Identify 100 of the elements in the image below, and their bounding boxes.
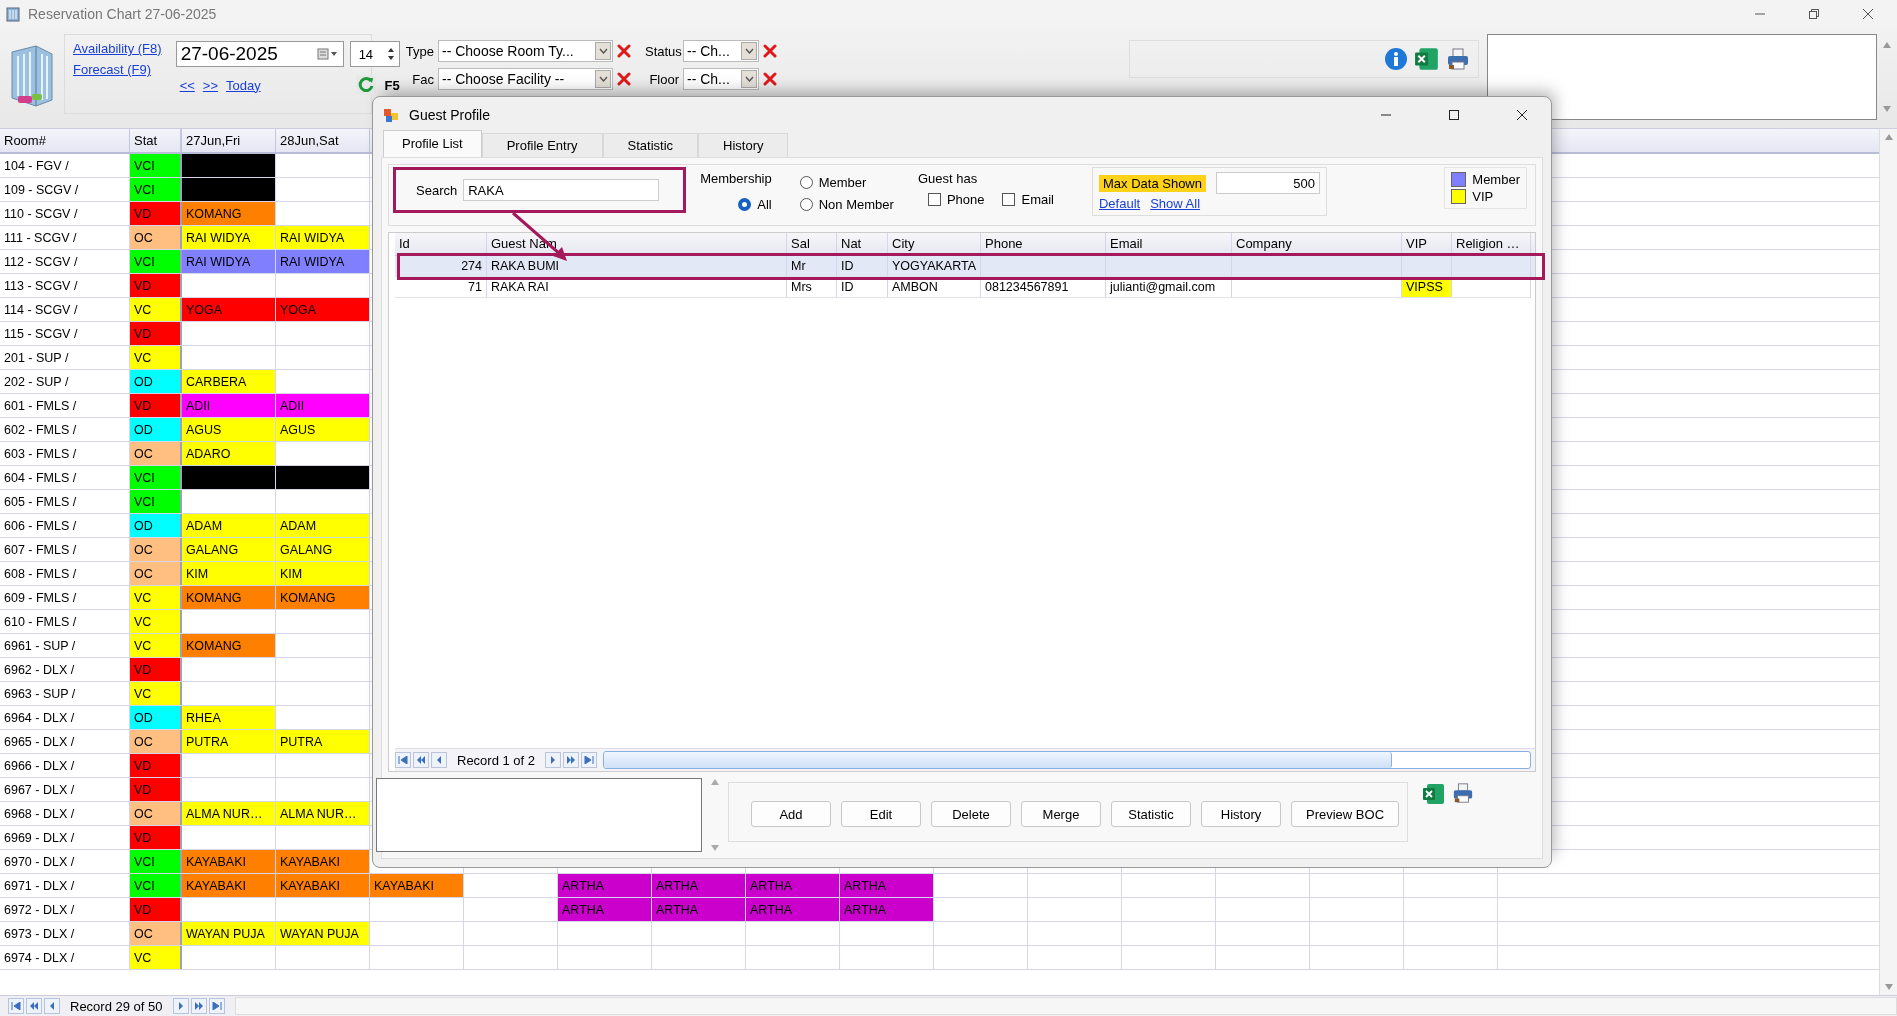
table-cell: AMBON bbox=[892, 280, 938, 294]
booking-cell[interactable]: KAYABAKI bbox=[370, 874, 464, 897]
booking-cell[interactable]: RHEA bbox=[182, 706, 276, 729]
column-header[interactable]: City bbox=[888, 233, 981, 255]
booking-cell[interactable]: KOMANG bbox=[182, 586, 276, 609]
booking-cell[interactable]: KOMANG bbox=[276, 586, 370, 609]
max-data-link[interactable]: Show All bbox=[1150, 196, 1201, 211]
status-cell: VC bbox=[130, 610, 182, 633]
filter-dropdown[interactable]: -- Ch... bbox=[683, 68, 759, 90]
status-cell: OC bbox=[130, 802, 182, 825]
max-data-link[interactable]: Default bbox=[1099, 196, 1141, 211]
tab[interactable]: Profile List bbox=[383, 130, 482, 157]
status-cell: VD bbox=[130, 898, 182, 921]
action-button[interactable]: Preview BOC bbox=[1291, 801, 1400, 827]
booking-cell[interactable]: ARTHA bbox=[840, 874, 934, 897]
max-data-field[interactable]: 500 bbox=[1216, 172, 1320, 194]
booking-cell[interactable]: RAI WIDYA bbox=[276, 226, 370, 249]
report-link[interactable]: Forecast (F9) bbox=[73, 62, 162, 77]
tab[interactable]: History bbox=[698, 133, 789, 157]
checkbox[interactable]: Email bbox=[1002, 192, 1054, 207]
date-nav-link[interactable]: Today bbox=[226, 77, 261, 93]
booking-cell[interactable]: KAYABAKI bbox=[182, 850, 276, 873]
action-button[interactable]: Delete bbox=[931, 801, 1011, 827]
booking-cell[interactable]: KOMANG bbox=[182, 634, 276, 657]
booking-cell[interactable]: KOMANG bbox=[182, 202, 276, 225]
filter-dropdown[interactable]: -- Ch... bbox=[683, 40, 759, 62]
booking-cell[interactable]: ARTHA bbox=[746, 898, 840, 921]
column-header[interactable]: Phone bbox=[981, 233, 1106, 255]
date-nav-link[interactable]: >> bbox=[202, 77, 218, 93]
filter-dropdown[interactable]: -- Choose Facility -- bbox=[438, 68, 613, 90]
booking-cell[interactable]: ADII bbox=[276, 394, 370, 417]
booking-cell[interactable]: YOGA bbox=[276, 298, 370, 321]
table-cell: YOGYAKARTA bbox=[892, 259, 977, 273]
booking-cell[interactable]: RAI WIDYA bbox=[276, 250, 370, 273]
membership-radio[interactable]: Non Member bbox=[799, 193, 894, 215]
booking-cell[interactable]: YOGA bbox=[182, 298, 276, 321]
guest-row[interactable]: 274 RAKA BUMI Mr ID YOGYAKARTA bbox=[395, 256, 1535, 277]
tab[interactable]: Profile Entry bbox=[481, 133, 603, 157]
booking-cell[interactable]: KIM bbox=[182, 562, 276, 585]
filter-dropdown[interactable]: -- Choose Room Ty... bbox=[438, 40, 613, 62]
booking-cell[interactable]: AGUS bbox=[182, 418, 276, 441]
column-header[interactable]: Email bbox=[1106, 233, 1232, 255]
column-header[interactable]: Sal bbox=[787, 233, 837, 255]
status-cell: OD bbox=[130, 418, 182, 441]
booking-cell[interactable]: WAYAN PUJA bbox=[276, 922, 370, 945]
booking-cell[interactable]: KIM bbox=[276, 562, 370, 585]
column-header[interactable]: Id bbox=[395, 233, 487, 255]
booking-cell[interactable]: CARBERA bbox=[182, 370, 276, 393]
booking-cell[interactable]: AGUS bbox=[276, 418, 370, 441]
booking-cell[interactable]: KAYABAKI bbox=[182, 874, 276, 897]
booking-cell[interactable]: ADII bbox=[182, 394, 276, 417]
booking-cell[interactable]: ADAM bbox=[276, 514, 370, 537]
table-cell: 081234567891 bbox=[985, 280, 1069, 294]
table-cell: 71 bbox=[468, 280, 482, 294]
booking-cell[interactable]: PUTRA bbox=[182, 730, 276, 753]
booking-cell[interactable]: ARTHA bbox=[840, 898, 934, 921]
report-link[interactable]: Availability (F8) bbox=[73, 41, 162, 56]
booking-cell[interactable]: KAYABAKI bbox=[276, 850, 370, 873]
booking-cell[interactable]: WAYAN PUJA bbox=[182, 922, 276, 945]
booking-cell[interactable]: ADAM bbox=[182, 514, 276, 537]
guest-row[interactable]: 71 RAKA RAI Mrs ID AMBON 081234567891 julianti@gmail.com VIPSS bbox=[395, 277, 1535, 298]
membership-label: Membership bbox=[700, 171, 772, 188]
booking-cell[interactable]: ARTHA bbox=[558, 874, 652, 897]
booking-cell[interactable]: RAI WIDYA bbox=[182, 226, 276, 249]
membership-radio[interactable]: All bbox=[738, 193, 772, 215]
booking-cell[interactable]: KAYABAKI bbox=[276, 874, 370, 897]
status-cell: VC bbox=[130, 634, 182, 657]
days-spinner[interactable]: 14 bbox=[349, 41, 400, 67]
checkbox[interactable]: Phone bbox=[927, 192, 985, 207]
booking-cell[interactable]: ARTHA bbox=[558, 898, 652, 921]
column-header[interactable]: Religion … bbox=[1452, 233, 1531, 255]
booking-cell[interactable]: ALMA NUR… bbox=[182, 802, 276, 825]
booking-cell[interactable]: ARTHA bbox=[652, 898, 746, 921]
booking-cell[interactable]: PUTRA bbox=[276, 730, 370, 753]
tab[interactable]: Statistic bbox=[602, 133, 699, 157]
date-header[interactable]: 27Jun,Fri bbox=[182, 129, 276, 152]
action-button[interactable]: Edit bbox=[841, 801, 921, 827]
booking-cell[interactable]: ADARO bbox=[182, 442, 276, 465]
booking-cell[interactable]: ARTHA bbox=[746, 874, 840, 897]
status-cell: VD bbox=[130, 322, 182, 345]
action-button[interactable]: Statistic bbox=[1111, 801, 1191, 827]
booking-cell[interactable]: ALMA NUR… bbox=[276, 802, 370, 825]
booking-cell[interactable]: GALANG bbox=[276, 538, 370, 561]
booking-cell[interactable]: GALANG bbox=[182, 538, 276, 561]
table-cell: RAKA RAI bbox=[491, 280, 549, 294]
action-button[interactable]: Add bbox=[751, 801, 831, 827]
status-cell: VCI bbox=[130, 178, 182, 201]
legend-label: VIP bbox=[1472, 189, 1494, 204]
booking-cell[interactable]: RAI WIDYA bbox=[182, 250, 276, 273]
booking-cell[interactable]: ARTHA bbox=[652, 874, 746, 897]
date-header[interactable]: 28Jun,Sat bbox=[276, 129, 370, 152]
column-header[interactable]: VIP bbox=[1402, 233, 1452, 255]
column-header[interactable]: Nat bbox=[837, 233, 888, 255]
action-button[interactable]: Merge bbox=[1021, 801, 1101, 827]
date-nav-link[interactable]: << bbox=[179, 77, 195, 93]
membership-radio[interactable]: Member bbox=[799, 171, 894, 193]
action-button[interactable]: History bbox=[1201, 801, 1281, 827]
search-field[interactable]: RAKA bbox=[463, 179, 660, 201]
column-header[interactable]: Company bbox=[1232, 233, 1402, 255]
date-field[interactable]: 27-06-2025 bbox=[175, 41, 344, 67]
